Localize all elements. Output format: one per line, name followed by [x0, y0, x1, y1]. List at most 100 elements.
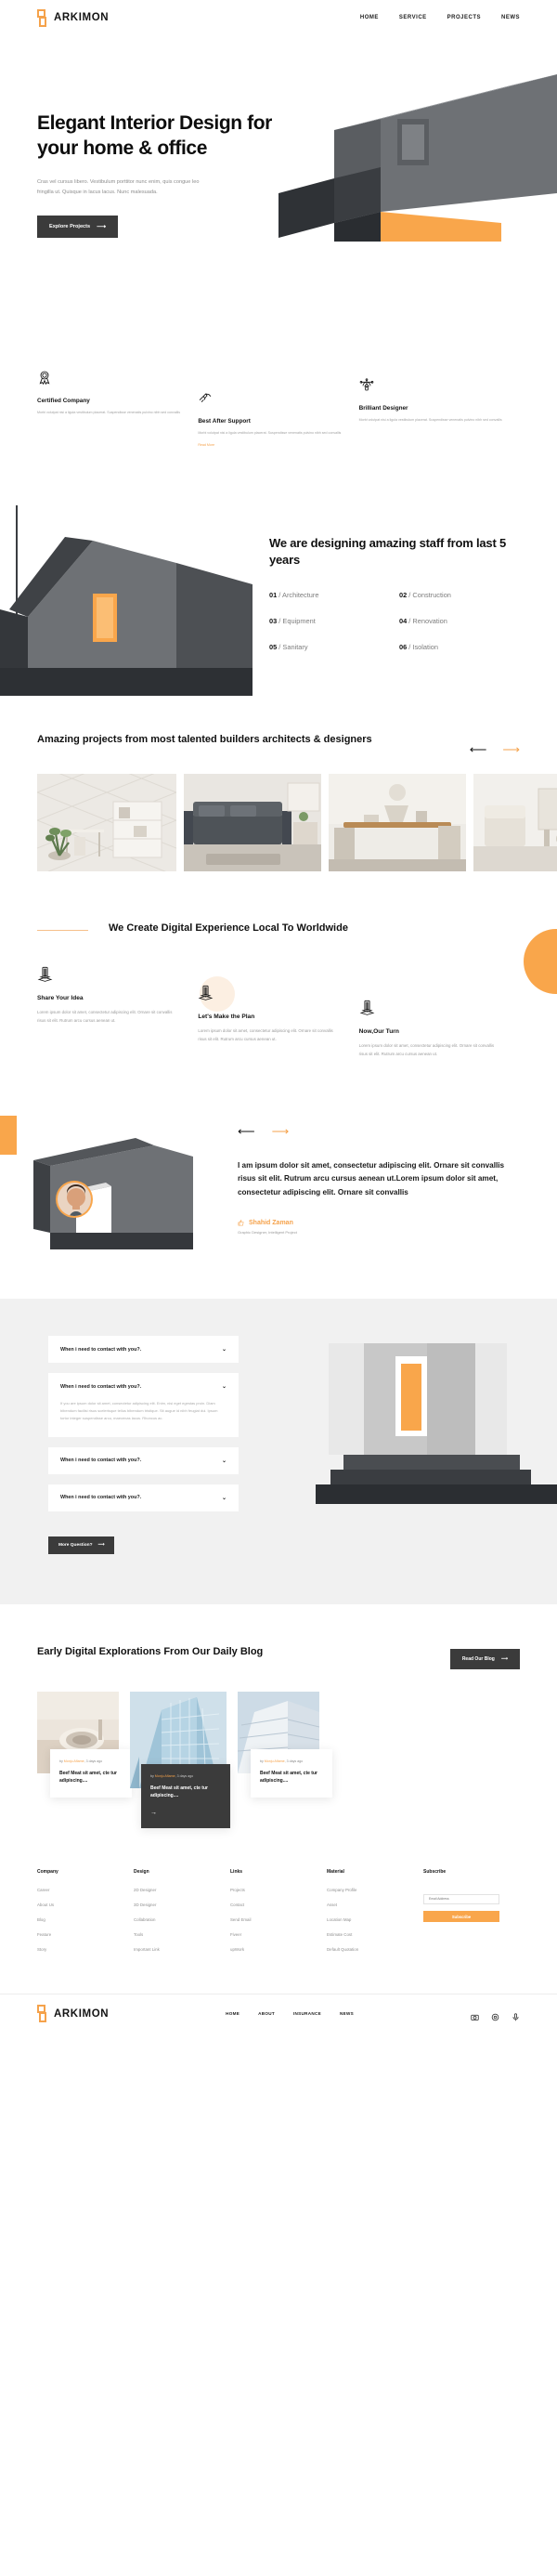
- faq-item[interactable]: When i need to contact with you?. ⌄: [48, 1336, 239, 1363]
- chevron-down-icon[interactable]: ⌄: [222, 1458, 227, 1464]
- bottom-nav-item-insurance[interactable]: INSURANCE: [293, 2011, 321, 2016]
- arrow-left-icon[interactable]: ⟵: [470, 743, 487, 755]
- footer-link[interactable]: Story: [37, 1947, 134, 1952]
- staff-item-isolation[interactable]: 06 / Isolation: [399, 643, 529, 651]
- subscribe-email-input[interactable]: [423, 1893, 499, 1904]
- digital-card-lets-make-the-plan: Let's Make the Plan Lorem ipsum dolor si…: [198, 966, 358, 1059]
- footer-link[interactable]: Tools: [134, 1932, 230, 1937]
- blog-author[interactable]: Monju Aflame: [155, 1774, 175, 1778]
- blog-card-meta: by Monju Aflame, 3 days ago: [260, 1759, 323, 1763]
- footer-link[interactable]: About Us: [37, 1903, 134, 1907]
- circle-dot-icon[interactable]: [491, 2009, 499, 2021]
- staff-item-architecture[interactable]: 01 / Architecture: [269, 591, 399, 599]
- staff-item-label: Architecture: [282, 591, 319, 600]
- footer-link[interactable]: Collabration: [134, 1917, 230, 1922]
- bottom-nav-item-news[interactable]: NEWS: [340, 2011, 354, 2016]
- explore-projects-button[interactable]: Explore Projects ⟶: [37, 216, 119, 239]
- footer-link[interactable]: 3D Designer: [134, 1903, 230, 1907]
- footer-link[interactable]: Career: [37, 1888, 134, 1892]
- digital-card-text: Lorem ipsum dolor sit amet, consectetur …: [37, 1009, 173, 1023]
- footer-link[interactable]: Contact: [230, 1903, 327, 1907]
- bottom-brand-logo[interactable]: ARKIMON: [37, 2005, 109, 2023]
- blog-author[interactable]: Monju Aflame: [64, 1759, 84, 1763]
- site-footer: Company Career About Us Blog Feature Sto…: [0, 1828, 557, 1962]
- faq-question-row[interactable]: When i need to contact with you?. ⌄: [48, 1336, 239, 1363]
- footer-link[interactable]: Send Email: [230, 1917, 327, 1922]
- decorative-orange-circle: [524, 929, 557, 994]
- blog-card-featured[interactable]: by Monju Aflame, 3 days ago Beef Meat si…: [130, 1691, 230, 1829]
- footer-link[interactable]: Estimate Cost: [327, 1932, 423, 1937]
- faq-item[interactable]: When i need to contact with you?. ⌄ If y…: [48, 1373, 239, 1437]
- arrow-right-icon[interactable]: ⟶: [272, 1125, 290, 1137]
- staff-item-number: 01: [269, 591, 278, 600]
- feature-text: Morbi volutpat nisi a ligula vestibulum …: [198, 431, 342, 435]
- nav-item-home[interactable]: HOME: [360, 15, 379, 20]
- faq-question-row[interactable]: When i need to contact with you?. ⌄: [48, 1447, 239, 1474]
- staff-item-sanitary[interactable]: 05 / Sanitary: [269, 643, 399, 651]
- testimonial-quote: I am ipsum dolor sit amet, consectetur a…: [238, 1161, 505, 1196]
- feature-read-more-link[interactable]: Read More: [198, 443, 343, 447]
- nav-item-news[interactable]: NEWS: [501, 15, 520, 20]
- bottom-nav-item-home[interactable]: HOME: [226, 2011, 240, 2016]
- footer-link[interactable]: Fiveer: [230, 1932, 327, 1937]
- bottom-nav-item-about[interactable]: ABOUT: [258, 2011, 275, 2016]
- project-card[interactable]: [37, 774, 176, 871]
- blog-section: Early Digital Explorations From Our Dail…: [0, 1604, 557, 1829]
- landing-page: ARKIMON HOME SERVICE PROJECTS NEWS Elega…: [0, 0, 557, 2033]
- staff-item-construction[interactable]: 02 / Construction: [399, 591, 529, 599]
- more-question-button[interactable]: More Question? ⟶: [48, 1536, 115, 1554]
- footer-link[interactable]: Company Profile: [327, 1888, 423, 1892]
- chevron-down-icon[interactable]: ⌄: [222, 1383, 227, 1390]
- faq-question-row[interactable]: When i need to contact with you?. ⌄: [48, 1373, 239, 1400]
- footer-link[interactable]: Default Quotation: [327, 1947, 423, 1952]
- project-card[interactable]: [329, 774, 466, 871]
- compass-designer-icon: [359, 378, 373, 391]
- footer-link[interactable]: Feature: [37, 1932, 134, 1937]
- nav-item-service[interactable]: SERVICE: [399, 15, 427, 20]
- staff-item-label: Construction: [412, 591, 451, 600]
- footer-link[interactable]: Asset: [327, 1903, 423, 1907]
- footer-link[interactable]: Location Map: [327, 1917, 423, 1922]
- blog-card-list: by Monju Aflame, 3 days ago Beef Meat si…: [37, 1691, 520, 1829]
- staff-building-illustration: [0, 505, 253, 696]
- blog-author[interactable]: Monju Aflame: [265, 1759, 285, 1763]
- projects-carousel[interactable]: [0, 774, 557, 871]
- microphone-icon[interactable]: [512, 2009, 520, 2021]
- project-card[interactable]: [184, 774, 321, 871]
- arkimon-logo-icon: [37, 2005, 49, 2023]
- blog-card-title[interactable]: Beef Meat sit amet, cte tur adipiscing..…: [59, 1770, 123, 1786]
- footer-link[interactable]: 2D Designer: [134, 1888, 230, 1892]
- blog-card[interactable]: by Monju Aflame, 3 days ago Beef Meat si…: [37, 1691, 132, 1798]
- camera-icon[interactable]: [471, 2009, 479, 2020]
- testimonial-section: ⟵ ⟶ I am ipsum dolor sit amet, consectet…: [0, 1108, 557, 1299]
- digital-experience-section: We Create Digital Experience Local To Wo…: [0, 871, 557, 1108]
- subscribe-button[interactable]: Subscribe: [423, 1911, 499, 1923]
- faq-item[interactable]: When i need to contact with you?. ⌄: [48, 1484, 239, 1511]
- arrow-right-icon[interactable]: ⟶: [502, 743, 520, 755]
- decorative-orange-wedge: [0, 1116, 17, 1155]
- nav-item-projects[interactable]: PROJECTS: [447, 15, 481, 20]
- blog-card[interactable]: by Monju Aflame, 3 days ago Beef Meat si…: [238, 1691, 332, 1798]
- staff-item-equipment[interactable]: 03 / Equipment: [269, 617, 399, 625]
- staff-item-renovation[interactable]: 04 / Renovation: [399, 617, 529, 625]
- footer-link[interactable]: Projects: [230, 1888, 327, 1892]
- footer-link[interactable]: Important Link: [134, 1947, 230, 1952]
- footer-column-material: Material Company Profile Asset Location …: [327, 1869, 423, 1962]
- testimonial-author: Shahid Zaman Graphic Designer, Intellige…: [238, 1220, 507, 1235]
- blog-card-title[interactable]: Beef Meat sit amet, cte tur adipiscing..…: [260, 1770, 323, 1786]
- hero-building-illustration: [278, 74, 557, 242]
- project-card[interactable]: [473, 774, 557, 871]
- chevron-down-icon[interactable]: ⌄: [222, 1346, 227, 1353]
- footer-link[interactable]: Blog: [37, 1917, 134, 1922]
- brand-logo[interactable]: ARKIMON: [37, 8, 109, 27]
- footer-link[interactable]: upWork: [230, 1947, 327, 1952]
- arrow-right-icon[interactable]: →: [150, 1810, 221, 1816]
- faq-item[interactable]: When i need to contact with you?. ⌄: [48, 1446, 239, 1474]
- faq-question-row[interactable]: When i need to contact with you?. ⌄: [48, 1484, 239, 1511]
- read-our-blog-button[interactable]: Read Our Blog ⟶: [449, 1648, 520, 1669]
- blog-card-title[interactable]: Beef Meat sit amet, cte tur adipiscing..…: [150, 1785, 221, 1801]
- chevron-down-icon[interactable]: ⌄: [222, 1495, 227, 1501]
- arrow-left-icon[interactable]: ⟵: [238, 1125, 255, 1137]
- staff-item-label: Sanitary: [282, 643, 308, 652]
- footer-column-title: Links: [230, 1869, 243, 1876]
